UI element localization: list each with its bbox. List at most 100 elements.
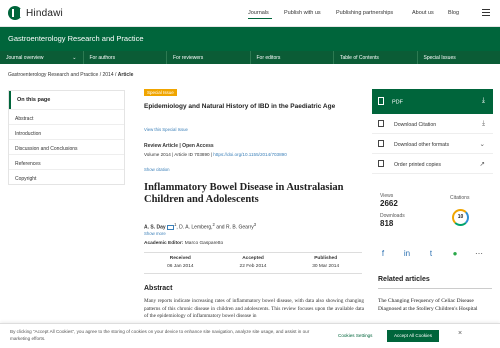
cookie-banner: By clicking “Accept All Cookies”, you ag… bbox=[0, 323, 500, 348]
downloads-value: 818 bbox=[380, 219, 394, 228]
doi-link[interactable]: https://doi.org/10.1155/2014/703890 bbox=[213, 152, 286, 157]
close-icon[interactable]: × bbox=[458, 330, 462, 337]
subnav-label: Special Issues bbox=[423, 55, 456, 61]
download-other-label: Download other formats bbox=[394, 141, 450, 148]
editor-label: Academic Editor: bbox=[144, 241, 184, 246]
journal-subnav: Journal overview ⌄ For authors For review… bbox=[0, 51, 500, 64]
received-label: Received bbox=[169, 256, 191, 261]
breadcrumb-current: Article bbox=[117, 72, 134, 78]
pdf-icon bbox=[378, 97, 384, 105]
nav-journals[interactable]: Journals bbox=[248, 10, 269, 16]
abstract-heading: Abstract bbox=[144, 285, 173, 292]
special-issue-title[interactable]: Epidemiology and Natural History of IBD … bbox=[144, 102, 359, 111]
cart-icon bbox=[378, 160, 384, 167]
nav-publishing-partnerships[interactable]: Publishing partnerships bbox=[336, 10, 393, 16]
sidebar-item-copyright[interactable]: Copyright bbox=[9, 169, 124, 184]
sidebar-item-references[interactable]: References bbox=[9, 154, 124, 169]
show-more-link[interactable]: Show more bbox=[144, 231, 166, 236]
citations-label: Citations bbox=[450, 195, 470, 201]
top-navigation-bar: Hindawi Journals Publish with us Publish… bbox=[0, 0, 500, 27]
article-type: Review Article | Open Access bbox=[144, 143, 214, 149]
subnav-label: For reviewers bbox=[173, 55, 204, 61]
download-icon: ⤓ bbox=[481, 97, 485, 104]
subnav-special-issues[interactable]: Special Issues bbox=[418, 51, 500, 64]
accepted-label: Accepted bbox=[242, 256, 264, 261]
journal-title-bar: Gastroenterology Research and Practice bbox=[0, 27, 500, 51]
subnav-label: Table of Contents bbox=[340, 55, 379, 61]
on-this-page-sidebar: On this page Abstract Introduction Discu… bbox=[8, 90, 125, 185]
breadcrumb-path[interactable]: Gastroenterology Research and Practice /… bbox=[8, 72, 118, 78]
article-actions: PDF ⤓ Download Citation ⤓ Download other… bbox=[372, 89, 493, 174]
twitter-icon[interactable]: t bbox=[426, 249, 436, 258]
accept-all-cookies-button[interactable]: Accept All Cookies bbox=[387, 330, 439, 342]
breadcrumb: Gastroenterology Research and Practice /… bbox=[8, 72, 133, 78]
related-articles-heading: Related articles bbox=[378, 276, 430, 283]
accepted-value: 22 Feb 2014 bbox=[239, 264, 267, 269]
sidebar-item-discussion[interactable]: Discussion and Conclusions bbox=[9, 139, 124, 154]
order-print-label: Order printed copies bbox=[394, 161, 441, 168]
share-icon[interactable]: ⋯ bbox=[474, 249, 484, 258]
citation-doc-icon bbox=[378, 120, 384, 127]
sidebar-item-introduction[interactable]: Introduction bbox=[9, 124, 124, 139]
received-value: 06 Jan 2014 bbox=[167, 264, 194, 269]
nav-blog[interactable]: Blog bbox=[448, 10, 459, 16]
published-label: Published bbox=[314, 256, 338, 261]
download-other-formats-button[interactable]: Download other formats ⌄ bbox=[372, 134, 493, 154]
article-metrics: Views 2662 Downloads 818 bbox=[380, 193, 490, 228]
pdf-download-button[interactable]: PDF ⤓ bbox=[372, 89, 493, 114]
order-printed-copies-button[interactable]: Order printed copies ↗ bbox=[372, 154, 493, 174]
volume-text: Volume 2014 | Article ID 703890 | bbox=[144, 152, 214, 157]
chevron-down-icon: ⌄ bbox=[479, 141, 485, 148]
abstract-text: Many reports indicate increasing rates o… bbox=[144, 298, 364, 319]
facebook-icon[interactable]: f bbox=[378, 249, 388, 258]
author-day[interactable]: A. S. Day bbox=[144, 225, 166, 231]
sidebar-item-abstract[interactable]: Abstract bbox=[9, 109, 124, 124]
author-lemberg[interactable]: , D. A. Lemberg, bbox=[176, 225, 212, 231]
download-citation-button[interactable]: Download Citation ⤓ bbox=[372, 114, 493, 134]
editor-name: Marco Gasparetto bbox=[183, 241, 224, 246]
date-received: Received 06 Jan 2014 bbox=[144, 253, 217, 273]
affiliation-3: 3 bbox=[253, 222, 257, 227]
related-article-title[interactable]: The Changing Frequency of Celiac Disease… bbox=[378, 297, 493, 313]
sidebar-heading: On this page bbox=[9, 91, 124, 109]
subnav-journal-overview[interactable]: Journal overview ⌄ bbox=[0, 51, 84, 64]
views-value: 2662 bbox=[380, 199, 398, 208]
chevron-down-icon: ⌄ bbox=[72, 55, 77, 61]
subnav-table-of-contents[interactable]: Table of Contents bbox=[334, 51, 418, 64]
journal-title[interactable]: Gastroenterology Research and Practice bbox=[8, 34, 144, 43]
article-volume: Volume 2014 | Article ID 703890 | https:… bbox=[144, 152, 287, 157]
academic-editor: Academic Editor: Marco Gasparetto bbox=[144, 241, 223, 246]
linkedin-icon[interactable]: in bbox=[402, 249, 412, 258]
external-link-icon: ↗ bbox=[479, 161, 485, 168]
special-issue-badge: Special Issue bbox=[144, 89, 177, 96]
subnav-for-reviewers[interactable]: For reviewers bbox=[167, 51, 251, 64]
logo-text: Hindawi bbox=[26, 7, 63, 19]
published-value: 30 Mar 2014 bbox=[312, 264, 340, 269]
hindawi-logo[interactable]: Hindawi bbox=[8, 6, 63, 20]
author-gearry[interactable]: and R. B. Gearry bbox=[215, 225, 254, 231]
wechat-icon[interactable]: ● bbox=[450, 249, 460, 258]
pdf-label: PDF bbox=[392, 99, 403, 106]
article-dates: Received 06 Jan 2014 Accepted 22 Feb 2014 … bbox=[144, 252, 362, 274]
subnav-for-editors[interactable]: For editors bbox=[251, 51, 334, 64]
menu-icon[interactable] bbox=[482, 9, 490, 16]
hindawi-logo-icon bbox=[8, 6, 22, 20]
authors: A. S. Day 1, D. A. Lemberg,2 and R. B. G… bbox=[144, 222, 256, 231]
subnav-label: For editors bbox=[256, 55, 281, 61]
nav-active-underline bbox=[248, 18, 272, 19]
citations-badge[interactable]: 10 bbox=[452, 209, 469, 226]
cookie-text: By clicking “Accept All Cookies”, you ag… bbox=[10, 329, 310, 341]
subnav-label: For authors bbox=[89, 55, 116, 61]
date-accepted: Accepted 22 Feb 2014 bbox=[217, 253, 290, 273]
document-icon bbox=[378, 140, 384, 147]
share-bar: f in t ● ⋯ bbox=[378, 249, 484, 258]
date-published: Published 30 Mar 2014 bbox=[289, 253, 362, 273]
view-special-issue-link[interactable]: View this Special Issue bbox=[144, 127, 188, 132]
article-title: Inflammatory Bowel Disease in Australasi… bbox=[144, 182, 344, 205]
subnav-for-authors[interactable]: For authors bbox=[84, 51, 167, 64]
nav-about-us[interactable]: About us bbox=[412, 10, 434, 16]
nav-publish-with-us[interactable]: Publish with us bbox=[284, 10, 321, 16]
show-citation-link[interactable]: Show citation bbox=[144, 167, 170, 172]
subnav-label: Journal overview bbox=[6, 55, 44, 61]
cookies-settings-link[interactable]: Cookies Settings bbox=[338, 333, 372, 338]
